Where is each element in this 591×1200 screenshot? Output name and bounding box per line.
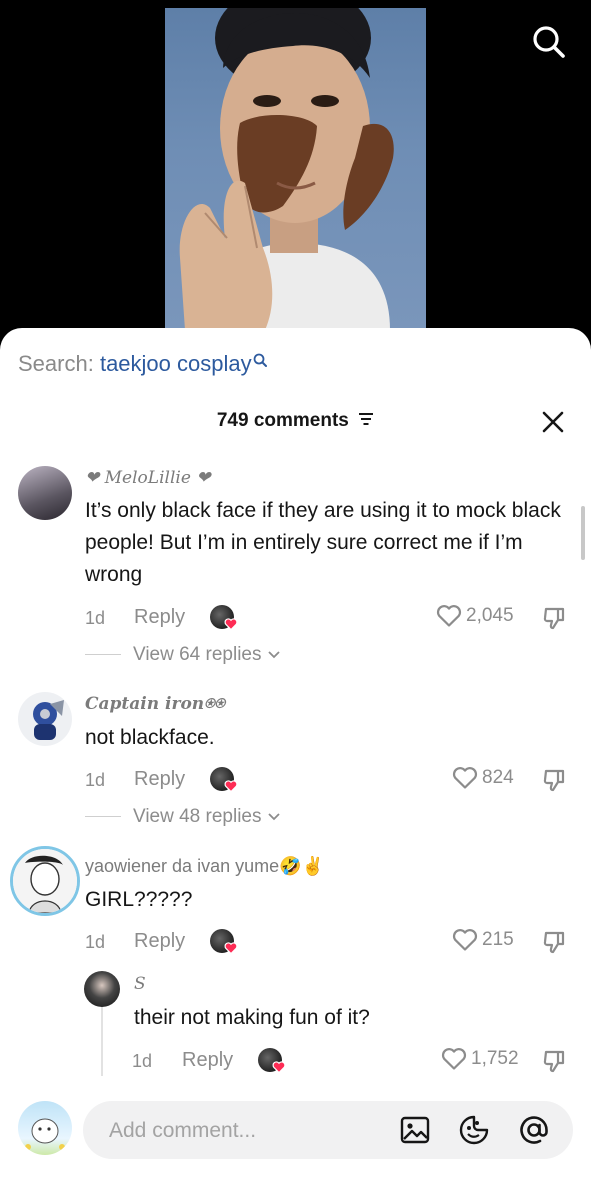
comment-input[interactable] <box>107 1115 371 1147</box>
reply-time: 1d <box>132 1051 153 1071</box>
like-button[interactable]: 824 <box>452 766 514 790</box>
dislike-icon[interactable] <box>541 1048 567 1074</box>
my-avatar[interactable] <box>18 1101 72 1155</box>
like-count: 1,752 <box>471 1048 519 1070</box>
chevron-down-icon <box>268 813 280 821</box>
comment-username[interactable]: ❤ MeloLillie ❤ <box>85 468 211 488</box>
video-thumbnail <box>165 8 426 330</box>
comment-username[interactable]: Captain iron⍟⍟ <box>85 694 225 714</box>
avatar[interactable] <box>18 692 72 746</box>
heart-icon <box>436 605 462 627</box>
divider <box>85 654 121 656</box>
mention-icon[interactable] <box>518 1114 550 1146</box>
reply-button[interactable]: Reply <box>134 768 185 791</box>
reply-button[interactable]: Reply <box>134 930 185 953</box>
heart-icon <box>452 767 478 789</box>
comment-composer <box>0 1095 591 1200</box>
like-count: 2,045 <box>466 605 514 627</box>
heart-icon <box>224 780 238 793</box>
reply-thread-line <box>101 998 103 1076</box>
like-count: 215 <box>482 929 514 951</box>
dislike-icon[interactable] <box>541 929 567 955</box>
video-player[interactable] <box>0 0 591 340</box>
view-replies-label: View 64 replies <box>133 644 262 665</box>
reply-username[interactable]: S <box>134 974 146 994</box>
comment-text: It’s only black face if they are using i… <box>85 499 561 586</box>
comments-sheet: Search: taekjoo cosplay 749 comments ❤ M… <box>0 328 591 1200</box>
comment-time: 1d <box>85 608 106 628</box>
heart-icon <box>272 1061 286 1074</box>
search-icon <box>253 353 267 367</box>
like-button[interactable]: 2,045 <box>436 604 514 628</box>
view-replies-label: View 48 replies <box>133 806 262 827</box>
dislike-icon[interactable] <box>541 767 567 793</box>
reply-button[interactable]: Reply <box>134 606 185 629</box>
search-suggestion[interactable]: Search: taekjoo cosplay <box>18 351 267 377</box>
search-term[interactable]: taekjoo cosplay <box>100 351 252 376</box>
filter-icon[interactable] <box>358 412 374 426</box>
heart-icon <box>441 1048 467 1070</box>
comments-header: 749 comments <box>0 410 591 432</box>
comment-time: 1d <box>85 932 106 952</box>
scrollbar[interactable] <box>581 506 585 560</box>
view-replies-button[interactable]: View 48 replies <box>85 806 281 828</box>
avatar[interactable] <box>18 466 72 520</box>
emoji-icon[interactable] <box>458 1114 490 1146</box>
chevron-down-icon <box>268 651 280 659</box>
reply-button[interactable]: Reply <box>182 1049 233 1072</box>
image-icon[interactable] <box>399 1114 431 1146</box>
like-button[interactable]: 215 <box>452 928 514 952</box>
comment-input-pill[interactable] <box>83 1101 573 1159</box>
heart-icon <box>224 618 238 631</box>
comment-username[interactable]: yaowiener da ivan yume🤣✌ <box>85 856 324 877</box>
like-button[interactable]: 1,752 <box>441 1047 519 1071</box>
dislike-icon[interactable] <box>541 605 567 631</box>
comments-count: 749 comments <box>216 410 349 431</box>
heart-icon <box>452 929 478 951</box>
comment-text: not blackface. <box>85 726 215 749</box>
comment-text: GIRL????? <box>85 888 193 911</box>
search-prefix: Search: <box>18 351 94 376</box>
like-count: 824 <box>482 767 514 789</box>
search-icon[interactable] <box>531 24 567 60</box>
avatar[interactable] <box>84 971 120 1007</box>
divider <box>85 816 121 818</box>
comment-time: 1d <box>85 770 106 790</box>
avatar[interactable] <box>10 846 80 916</box>
heart-icon <box>224 942 238 955</box>
close-icon[interactable] <box>541 410 565 434</box>
reply-text: their not making fun of it? <box>134 1006 370 1029</box>
view-replies-button[interactable]: View 64 replies <box>85 644 281 666</box>
